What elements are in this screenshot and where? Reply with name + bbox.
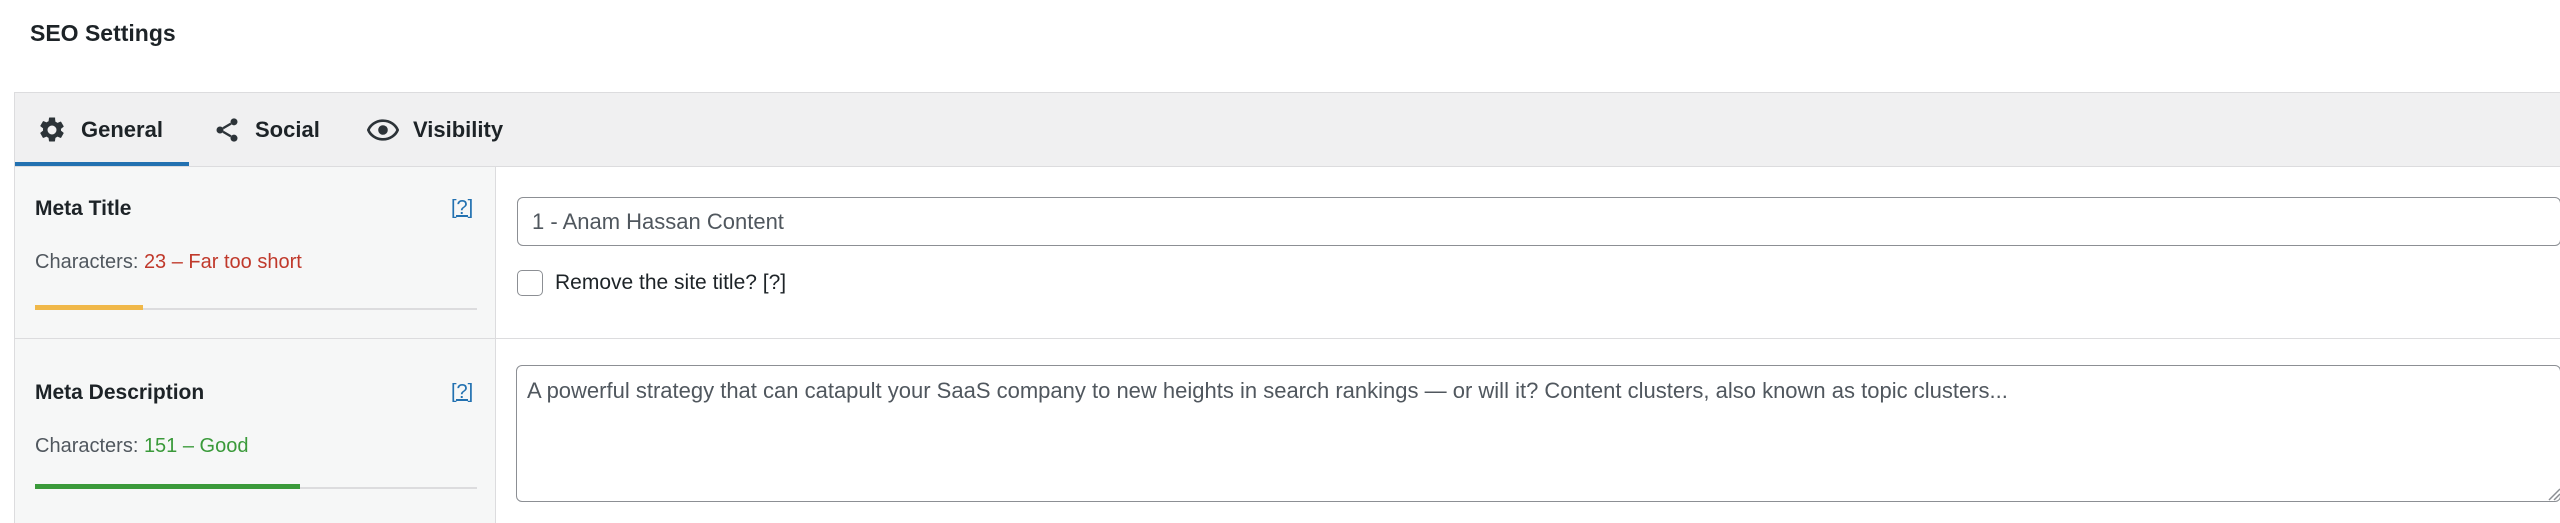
tab-social-label: Social xyxy=(255,117,320,142)
meta-title-sidebar: Meta Title [?] Characters: 23 – Far too … xyxy=(15,167,496,338)
resize-grip-icon[interactable] xyxy=(2545,485,2560,501)
tab-visibility-label: Visibility xyxy=(413,117,504,142)
meta-title-input[interactable] xyxy=(517,197,2560,246)
char-count-prefix: Characters: xyxy=(35,251,144,273)
meta-description-label: Meta Description xyxy=(35,381,205,404)
meta-description-sidebar: Meta Description [?] Characters: 151 – G… xyxy=(15,339,496,523)
meta-title-char-status: 23 – Far too short xyxy=(143,251,302,273)
meta-description-row: Meta Description [?] Characters: 151 – G… xyxy=(15,339,2560,523)
char-count-prefix: Characters: xyxy=(35,435,144,457)
meta-description-help-link[interactable]: [?] xyxy=(451,381,473,404)
gear-icon xyxy=(37,115,67,145)
meta-description-textarea[interactable] xyxy=(516,365,2560,502)
tab-bar: General Social Visibility xyxy=(15,93,2560,167)
meta-title-row: Meta Title [?] Characters: 23 – Far too … xyxy=(15,167,2560,339)
tab-social[interactable]: Social xyxy=(213,93,320,167)
meta-title-label: Meta Title xyxy=(35,197,132,220)
meta-title-char-count: Characters: 23 – Far too short xyxy=(35,251,302,274)
tab-general[interactable]: General xyxy=(37,93,163,167)
tab-general-label: General xyxy=(81,117,163,142)
meta-title-progress-bar xyxy=(35,305,143,310)
tab-visibility[interactable]: Visibility xyxy=(367,93,503,167)
remove-site-title-checkbox[interactable] xyxy=(517,270,543,296)
remove-site-title-label[interactable]: Remove the site title? [?] xyxy=(555,271,786,295)
page-title: SEO Settings xyxy=(30,20,176,46)
remove-site-title-option[interactable]: Remove the site title? [?] xyxy=(517,270,786,296)
page-header: SEO Settings xyxy=(0,0,2560,92)
meta-description-char-status: 151 – Good xyxy=(143,435,249,457)
active-tab-indicator xyxy=(15,162,189,166)
seo-settings-panel: General Social Visibility Meta Title [?]… xyxy=(14,92,2560,523)
meta-title-help-link[interactable]: [?] xyxy=(451,197,473,220)
meta-description-progress-bar xyxy=(35,484,300,489)
eye-icon xyxy=(367,118,399,142)
meta-description-char-count: Characters: 151 – Good xyxy=(35,435,248,458)
share-icon xyxy=(213,116,241,144)
